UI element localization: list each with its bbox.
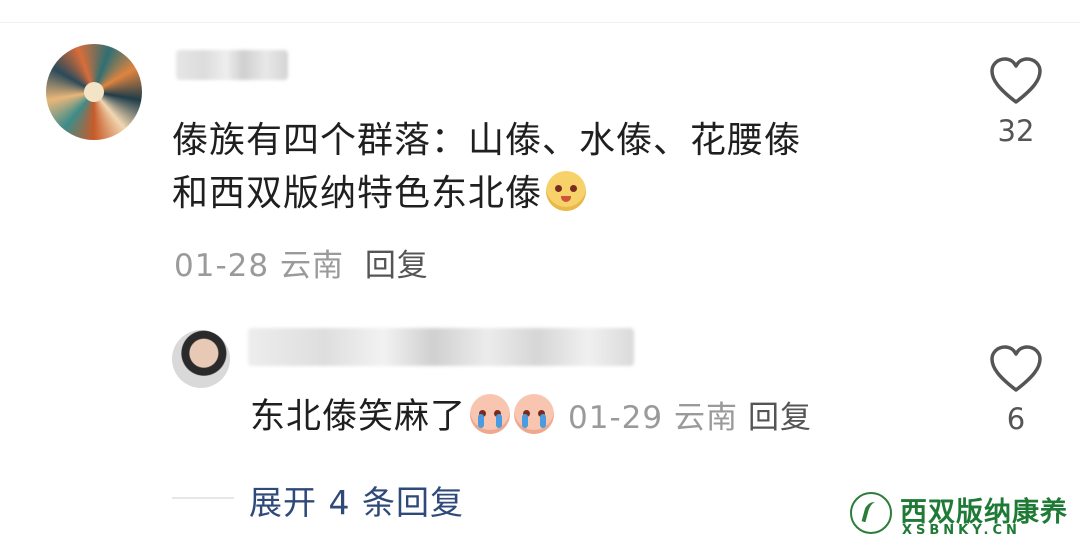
laughing-face-icon bbox=[546, 171, 587, 211]
reply-content: 东北傣笑麻了 01-29 云南 回复 bbox=[250, 392, 812, 443]
expand-divider bbox=[172, 497, 234, 499]
reply-like-button[interactable]: 6 bbox=[988, 344, 1044, 436]
comment-text: 傣族有四个群落：山傣、水傣、花腰傣 和西双版纳特色东北傣 bbox=[172, 114, 932, 220]
comment-meta: 01-28 云南 回复 bbox=[174, 240, 429, 285]
comment-date: 01-28 bbox=[174, 248, 270, 284]
commenter-avatar[interactable] bbox=[46, 44, 142, 140]
comment-location: 云南 bbox=[279, 248, 344, 284]
palm-logo-icon bbox=[850, 492, 892, 534]
comment-text-line2: 和西双版纳特色东北傣 bbox=[172, 173, 543, 214]
crying-laughing-face-icon bbox=[470, 394, 511, 434]
comment-like-button[interactable]: 32 bbox=[988, 56, 1044, 148]
reply-text: 东北傣笑麻了 bbox=[250, 397, 467, 437]
heart-icon bbox=[990, 57, 1042, 104]
expand-replies-link[interactable]: 展开 4 条回复 bbox=[249, 476, 464, 524]
watermark: 西双版纳康养 XSBNKY.CN bbox=[850, 490, 1076, 540]
crying-laughing-face-icon bbox=[514, 394, 555, 434]
top-divider bbox=[0, 22, 1080, 23]
comment-text-line1: 傣族有四个群落：山傣、水傣、花腰傣 bbox=[172, 120, 802, 161]
reply-location: 云南 bbox=[673, 400, 738, 436]
replier-name-blurred[interactable] bbox=[248, 328, 634, 366]
reply-like-count: 6 bbox=[1006, 402, 1026, 436]
replier-avatar[interactable] bbox=[172, 330, 230, 388]
watermark-subtitle: XSBNKY.CN bbox=[902, 523, 1021, 538]
comment-reply-button[interactable]: 回复 bbox=[365, 248, 429, 284]
comment-like-count: 32 bbox=[997, 114, 1035, 148]
commenter-name-blurred[interactable] bbox=[176, 50, 288, 80]
reply-reply-button[interactable]: 回复 bbox=[748, 400, 812, 436]
heart-icon bbox=[990, 345, 1042, 392]
reply-date: 01-29 bbox=[568, 400, 664, 436]
reply-meta: 01-29 云南 回复 bbox=[568, 400, 812, 436]
